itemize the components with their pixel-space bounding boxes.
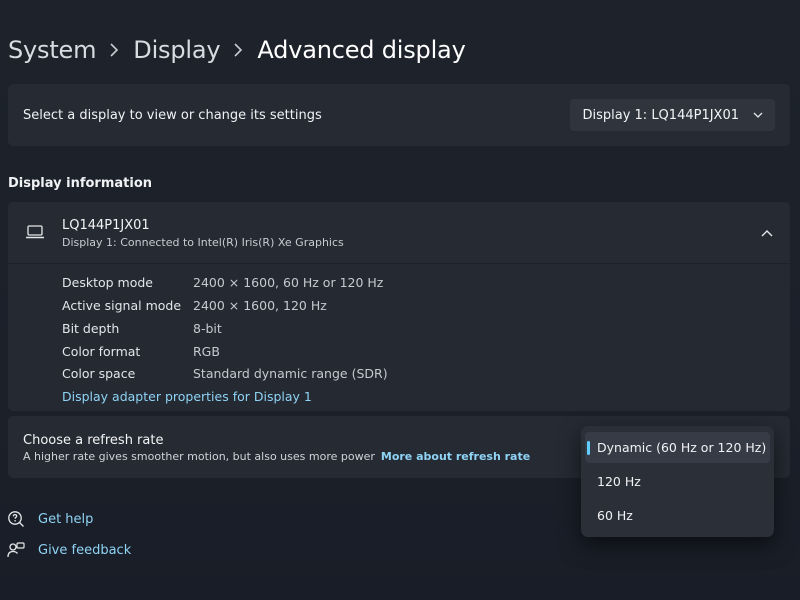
display-name: LQ144P1JX01 (62, 218, 150, 233)
get-help-label: Get help (38, 511, 94, 527)
refresh-rate-description-line: A higher rate gives smoother motion, but… (23, 450, 530, 463)
info-row-color-format: Color format RGB (62, 344, 220, 359)
refresh-option-dynamic[interactable]: Dynamic (60 Hz or 120 Hz) (585, 432, 770, 463)
info-key: Desktop mode (62, 275, 153, 290)
chevron-right-icon (109, 43, 119, 57)
info-row-color-space: Color space Standard dynamic range (SDR) (62, 366, 388, 381)
laptop-icon (25, 224, 45, 244)
settings-page: System Display Advanced display Select a… (0, 0, 800, 600)
help-chat-icon (6, 509, 26, 529)
display-select-dropdown[interactable]: Display 1: LQ144P1JX01 (570, 99, 775, 131)
chevron-down-icon (753, 112, 763, 118)
menu-item-label: Dynamic (60 Hz or 120 Hz) (597, 440, 767, 455)
info-value: Standard dynamic range (SDR) (193, 366, 388, 381)
selection-indicator (587, 441, 590, 455)
info-key: Bit depth (62, 321, 120, 336)
info-value: 2400 × 1600, 120 Hz (193, 298, 327, 313)
info-value: RGB (193, 344, 220, 359)
refresh-rate-description: A higher rate gives smoother motion, but… (23, 450, 375, 463)
breadcrumb-advanced-display: Advanced display (257, 36, 466, 64)
select-display-card: Select a display to view or change its s… (8, 84, 790, 146)
menu-item-label: 120 Hz (597, 474, 641, 489)
display-connection: Display 1: Connected to Intel(R) Iris(R)… (62, 236, 344, 249)
give-feedback-link[interactable]: Give feedback (6, 540, 131, 560)
info-value: 2400 × 1600, 60 Hz or 120 Hz (193, 275, 384, 290)
refresh-option-60hz[interactable]: 60 Hz (585, 500, 770, 531)
more-about-refresh-rate-link[interactable]: More about refresh rate (381, 450, 530, 463)
chevron-right-icon (233, 43, 243, 57)
info-row-desktop-mode: Desktop mode 2400 × 1600, 60 Hz or 120 H… (62, 275, 383, 290)
section-title-display-information: Display information (8, 176, 153, 191)
refresh-rate-menu: Dynamic (60 Hz or 120 Hz) 120 Hz 60 Hz (581, 426, 774, 537)
select-display-label: Select a display to view or change its s… (23, 107, 322, 123)
info-key: Active signal mode (62, 298, 182, 313)
display-info-expander[interactable]: LQ144P1JX01 Display 1: Connected to Inte… (8, 202, 790, 263)
info-row-active-signal-mode: Active signal mode 2400 × 1600, 120 Hz (62, 298, 327, 313)
chevron-up-icon[interactable] (758, 224, 776, 242)
display-select-value: Display 1: LQ144P1JX01 (582, 107, 739, 123)
refresh-rate-title: Choose a refresh rate (23, 433, 164, 448)
info-key: Color space (62, 366, 136, 381)
refresh-option-120hz[interactable]: 120 Hz (585, 466, 770, 497)
display-info-details: Desktop mode 2400 × 1600, 60 Hz or 120 H… (8, 264, 790, 411)
breadcrumb-system[interactable]: System (8, 36, 96, 64)
info-key: Color format (62, 344, 141, 359)
breadcrumb-display[interactable]: Display (133, 36, 220, 64)
get-help-link[interactable]: Get help (6, 509, 93, 529)
menu-item-label: 60 Hz (597, 508, 633, 523)
info-value: 8-bit (193, 321, 222, 336)
display-adapter-properties-link[interactable]: Display adapter properties for Display 1 (62, 389, 312, 404)
give-feedback-label: Give feedback (38, 542, 132, 558)
feedback-person-icon (6, 540, 26, 560)
breadcrumb: System Display Advanced display (8, 30, 466, 70)
info-row-bit-depth: Bit depth 8-bit (62, 321, 222, 336)
